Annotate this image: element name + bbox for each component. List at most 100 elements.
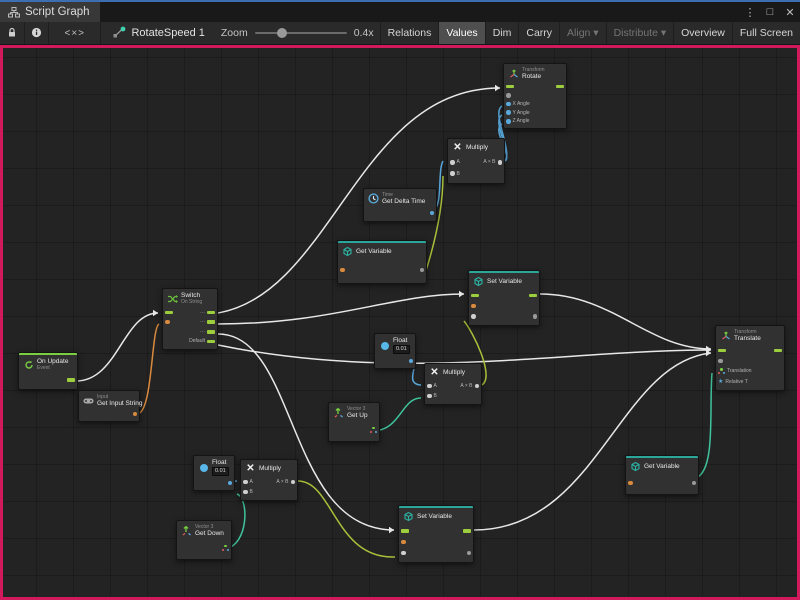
value-port[interactable]	[506, 110, 511, 115]
node-set-variable-bottom[interactable]: Set Variable	[398, 505, 474, 563]
value-port[interactable]	[475, 384, 480, 389]
node-float-bottom[interactable]: Float0.01	[193, 455, 235, 491]
flow-port[interactable]	[718, 349, 726, 353]
port-row: Default	[163, 337, 217, 345]
flow-port[interactable]	[165, 311, 173, 315]
zoom-slider[interactable]	[255, 32, 347, 34]
node-get-up[interactable]: Vector 3Get Up	[328, 402, 380, 442]
value-port[interactable]	[471, 314, 476, 319]
node-get-delta-time[interactable]: TimeGet Delta Time	[363, 188, 437, 222]
info-button[interactable]	[25, 22, 50, 44]
value-port[interactable]	[228, 481, 233, 486]
node-rotate[interactable]: TransformRotateX AngleY AngleZ Angle	[503, 63, 567, 129]
node-title: On Update	[37, 358, 68, 365]
value-port[interactable]	[165, 320, 170, 325]
node-float-mid[interactable]: Float0.01	[374, 333, 416, 369]
values-button[interactable]: Values	[438, 22, 484, 44]
zoom-fit-button[interactable]: <×>	[49, 22, 101, 44]
enum-port[interactable]: ★	[718, 379, 723, 385]
node-multiply-mid[interactable]: ✕MultiplyAA × BB	[424, 363, 482, 405]
value-port[interactable]	[420, 268, 425, 273]
node-get-variable-top[interactable]: Get Variable	[337, 240, 427, 284]
value-chip[interactable]: 0.01	[393, 345, 410, 354]
value-port[interactable]	[450, 160, 455, 165]
multiply-icon: ✕	[429, 367, 440, 378]
value-port[interactable]	[467, 551, 472, 556]
node-header: Get Variable	[338, 243, 426, 258]
lock-button[interactable]	[0, 22, 25, 44]
flow-port[interactable]	[401, 529, 409, 533]
node-get-down[interactable]: Vector 3Get Down	[176, 520, 232, 560]
node-get-variable-right[interactable]: Get Variable	[625, 455, 699, 495]
dim-button[interactable]: Dim	[485, 22, 519, 44]
flow-port[interactable]	[67, 378, 75, 382]
flow-port[interactable]	[207, 311, 215, 315]
node-multiply-bottom[interactable]: ✕MultiplyAA × BB	[240, 459, 298, 501]
vector3-port[interactable]	[222, 545, 229, 551]
value-port[interactable]	[506, 119, 511, 124]
value-port[interactable]	[133, 412, 138, 417]
tab-script-graph[interactable]: Script Graph	[0, 2, 100, 22]
value-port[interactable]	[471, 304, 476, 309]
flow-port[interactable]	[207, 330, 215, 334]
flow-port[interactable]	[529, 294, 537, 298]
graph-canvas[interactable]: On UpdateEvent InputGet Input String Switc…	[0, 45, 800, 600]
flow-port[interactable]	[506, 85, 514, 89]
carry-button[interactable]: Carry	[518, 22, 559, 44]
close-icon[interactable]: ✕	[780, 6, 800, 19]
node-text-block: Vector 3Get Down	[195, 524, 224, 537]
value-port[interactable]	[506, 93, 511, 98]
vector3-port[interactable]	[718, 368, 725, 374]
node-text: On String	[181, 299, 202, 305]
node-text-block: Multiply	[443, 369, 465, 376]
value-port[interactable]	[243, 480, 248, 485]
flow-port[interactable]	[471, 294, 479, 298]
graph-reference[interactable]: RotateSpeed 1	[101, 22, 214, 44]
flow-port[interactable]	[207, 320, 215, 324]
value-chip[interactable]: 0.01	[212, 467, 229, 476]
node-title: Get Down	[195, 530, 224, 537]
flow-port[interactable]	[774, 349, 782, 353]
value-port[interactable]	[430, 211, 435, 216]
node-on-update[interactable]: On UpdateEvent	[18, 352, 78, 390]
flow-port[interactable]	[556, 85, 564, 89]
value-port[interactable]	[498, 160, 503, 165]
value-port[interactable]	[409, 359, 414, 364]
info-icon	[31, 26, 42, 41]
vector3-port[interactable]	[370, 427, 377, 433]
node-get-input-string[interactable]: InputGet Input String	[78, 390, 140, 422]
value-port[interactable]	[340, 268, 345, 273]
node-title: Set Variable	[487, 278, 522, 285]
value-port[interactable]	[427, 394, 432, 399]
value-port[interactable]	[401, 551, 406, 556]
value-port[interactable]	[291, 480, 296, 485]
node-text-block: On UpdateEvent	[37, 358, 68, 371]
port-row	[504, 83, 566, 91]
full-screen-button[interactable]: Full Screen	[732, 22, 800, 44]
value-port[interactable]	[628, 481, 633, 486]
relations-button[interactable]: Relations	[380, 22, 439, 44]
distribute-dropdown[interactable]: Distribute ▾	[606, 22, 674, 44]
node-set-variable-mid[interactable]: Set Variable	[468, 270, 540, 326]
overview-button[interactable]: Overview	[673, 22, 732, 44]
flow-port[interactable]	[463, 529, 471, 533]
node-translate[interactable]: TransformTranslateTranslation★Relative T	[715, 325, 785, 391]
code-brackets-icon: <×>	[65, 28, 86, 39]
align-dropdown[interactable]: Align ▾	[559, 22, 606, 44]
value-port[interactable]	[506, 102, 511, 107]
value-port[interactable]	[533, 314, 538, 319]
zoom-slider-handle[interactable]	[277, 28, 287, 38]
value-port[interactable]	[450, 171, 455, 176]
node-header: TransformTranslate	[716, 326, 784, 343]
node-multiply-top[interactable]: ✕MultiplyAA × BB	[447, 138, 505, 184]
value-port[interactable]	[718, 359, 723, 364]
value-port[interactable]	[401, 540, 406, 545]
value-port[interactable]	[692, 481, 697, 486]
value-port[interactable]	[243, 490, 248, 495]
maximize-icon[interactable]: □	[760, 6, 780, 18]
node-text-block: TransformRotate	[522, 67, 545, 80]
flow-port[interactable]	[207, 340, 215, 344]
value-port[interactable]	[427, 384, 432, 389]
kebab-menu-icon[interactable]: ⋮	[740, 6, 760, 19]
node-switch-on-string[interactable]: SwitchOn String·········Default	[162, 288, 218, 350]
